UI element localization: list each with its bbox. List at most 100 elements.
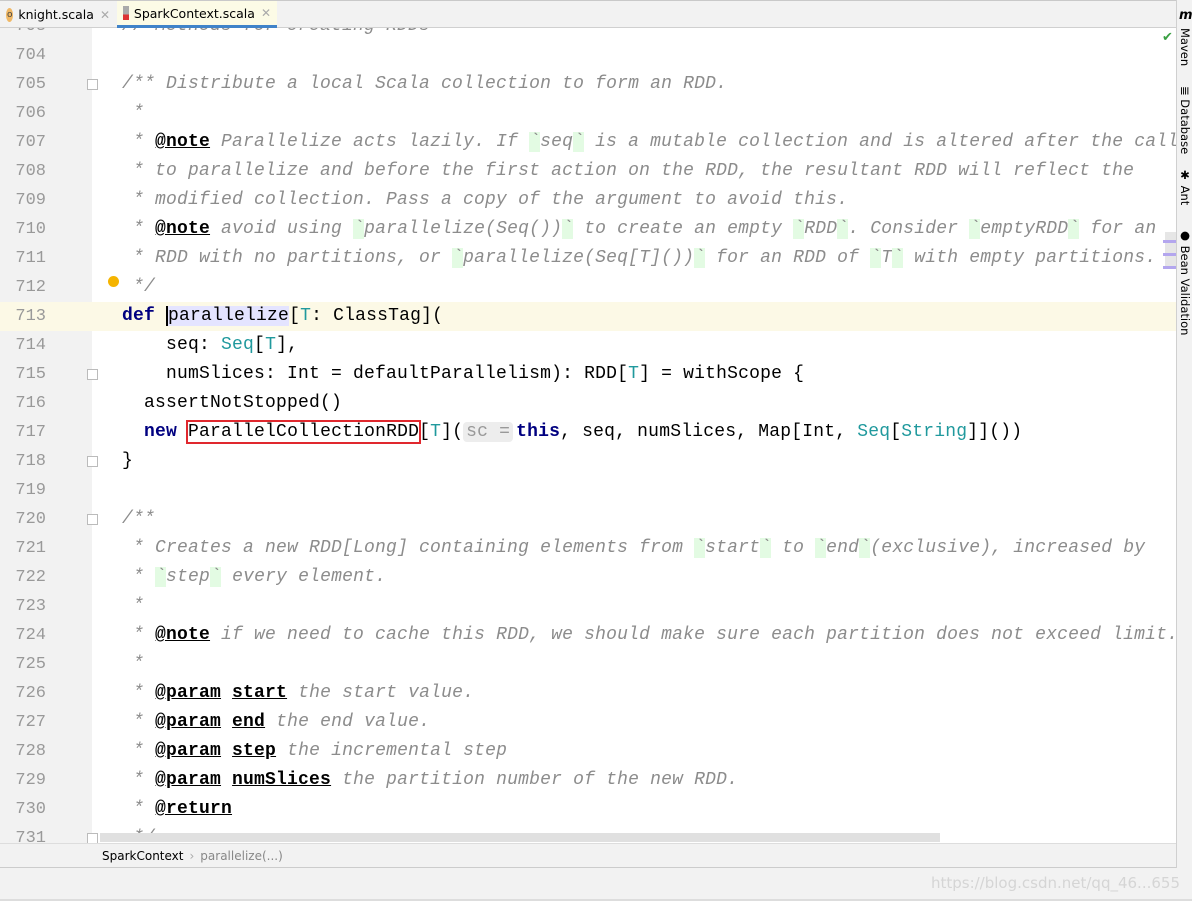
code-text: , seq, numSlices, Map[Int, [560, 422, 858, 442]
comment-text: parallelize(Seq[T]()) [463, 248, 695, 268]
code-line[interactable]: 727 * @param end the end value. [0, 708, 1176, 737]
line-number: 726 [15, 684, 46, 703]
tool-window-ant[interactable]: ✱ Ant [1178, 168, 1192, 205]
code-content: seq: Seq[T], [122, 331, 298, 360]
code-line[interactable]: 725 * [0, 650, 1176, 679]
code-line[interactable]: 728 * @param step the incremental step [0, 737, 1176, 766]
tab-knight-scala[interactable]: o knight.scala ✕ [0, 1, 116, 28]
comment-text: * [122, 132, 156, 152]
code-line[interactable]: 723 * [0, 592, 1176, 621]
line-number: 707 [15, 133, 46, 152]
code-line[interactable]: 706 * [0, 99, 1176, 128]
code-editor[interactable]: 703 // Methods for creating RDDs 704 705 /**… [0, 28, 1176, 843]
breadcrumb-class[interactable]: SparkContext [102, 849, 183, 863]
tool-window-database[interactable]: ≣ Database [1178, 86, 1192, 154]
comment-text: start [705, 538, 761, 558]
scala-object-icon: o [6, 7, 14, 22]
code-line[interactable]: 714 seq: Seq[T], [0, 331, 1176, 360]
line-number: 716 [15, 394, 46, 413]
comment-text: * [122, 567, 156, 587]
doc-tag: end [232, 712, 266, 732]
code-line[interactable]: 704 [0, 41, 1176, 70]
code-line[interactable]: 729 * @param numSlices the partition num… [0, 766, 1176, 795]
code-content: * Creates a new RDD[Long] containing ele… [122, 534, 1145, 563]
code-line[interactable]: 703 // Methods for creating RDDs [0, 28, 1176, 41]
code-line[interactable]: 712 */ [0, 273, 1176, 302]
close-icon[interactable]: ✕ [261, 6, 271, 20]
code-text: ], [276, 335, 299, 355]
line-number: 708 [15, 162, 46, 181]
code-line[interactable]: 715 numSlices: Int = defaultParallelism)… [0, 360, 1176, 389]
comment-text: // Methods for creating RDDs [122, 28, 430, 36]
code-line[interactable]: 717 new ParallelCollectionRDD[T](sc = thi… [0, 418, 1176, 447]
code-content: /** Distribute a local Scala collection … [122, 70, 727, 99]
line-number: 724 [15, 626, 46, 645]
code-line[interactable]: 724 * @note if we need to cache this RDD… [0, 621, 1176, 650]
code-line[interactable]: 709 * modified collection. Pass a copy o… [0, 186, 1176, 215]
line-number: 718 [15, 452, 46, 471]
code-line[interactable]: 708 * to parallelize and before the firs… [0, 157, 1176, 186]
line-number: 722 [15, 568, 46, 587]
code-line[interactable]: 720 /** [0, 505, 1176, 534]
code-content: * RDD with no partitions, or `paralleliz… [122, 244, 1156, 273]
fold-icon[interactable] [87, 833, 98, 843]
error-stripe-mark[interactable] [1163, 266, 1176, 269]
fold-icon[interactable] [87, 456, 98, 467]
line-number: 730 [15, 800, 46, 819]
backtick: ` [1068, 219, 1080, 239]
code-line[interactable]: 718} [0, 447, 1176, 476]
comment-text: * [122, 799, 156, 819]
comment-text: Parallelize acts lazily. If [210, 132, 530, 152]
fold-icon[interactable] [87, 79, 98, 90]
tool-window-maven[interactable]: Maven [1178, 28, 1192, 66]
doc-tag: @param [155, 770, 222, 790]
code-line[interactable]: 710 * @note avoid using `parallelize(Seq… [0, 215, 1176, 244]
code-text: assertNotStopped() [122, 393, 343, 413]
fold-icon[interactable] [87, 369, 98, 380]
backtick: ` [353, 219, 365, 239]
code-content: /** [122, 505, 155, 534]
code-line[interactable]: 730 * @return [0, 795, 1176, 824]
code-line[interactable]: 721 * Creates a new RDD[Long] containing… [0, 534, 1176, 563]
code-line[interactable]: 705 /** Distribute a local Scala collecti… [0, 70, 1176, 99]
comment-text: the end value. [265, 712, 431, 732]
line-number: 717 [15, 423, 46, 442]
comment-text [221, 683, 232, 703]
code-content: numSlices: Int = defaultParallelism): RD… [122, 360, 804, 389]
code-line[interactable]: 711 * RDD with no partitions, or `parall… [0, 244, 1176, 273]
code-text: ] = withScope { [639, 364, 805, 384]
backtick: ` [694, 538, 706, 558]
horizontal-scrollbar[interactable] [100, 833, 940, 842]
bean-validation-icon: ● [1178, 228, 1192, 246]
backtick: ` [969, 219, 981, 239]
code-text: numSlices: Int = defaultParallelism): RD… [122, 364, 629, 384]
line-number: 721 [15, 539, 46, 558]
code-line[interactable]: 716 assertNotStopped() [0, 389, 1176, 418]
tool-window-bean-validation[interactable]: ● Bean Validation [1178, 228, 1192, 335]
code-line[interactable]: 722 * `step` every element. [0, 563, 1176, 592]
breadcrumb-method[interactable]: parallelize(...) [200, 849, 282, 863]
line-number: 703 [0, 28, 46, 41]
code-line[interactable]: 713 def parallelize[T: ClassTag]( [0, 302, 1176, 331]
close-icon[interactable]: ✕ [100, 8, 110, 22]
code-content: * to parallelize and before the first ac… [122, 157, 1134, 186]
comment-text: end [826, 538, 860, 558]
keyword: new [144, 422, 178, 442]
error-stripe-mark[interactable] [1163, 253, 1176, 256]
comment-text: * to parallelize and before the first ac… [122, 161, 1135, 181]
comment-text: * modified collection. Pass a copy of th… [122, 190, 849, 210]
line-number: 715 [15, 365, 46, 384]
type-name: Seq [221, 335, 255, 355]
code-line[interactable]: 707 * @note Parallelize acts lazily. If … [0, 128, 1176, 157]
code-line[interactable]: 719 [0, 476, 1176, 505]
comment-text: seq [540, 132, 574, 152]
doc-tag: @param [155, 741, 222, 761]
comment-text: the start value. [287, 683, 475, 703]
code-text: : ClassTag]( [311, 306, 444, 326]
fold-icon[interactable] [87, 514, 98, 525]
tab-sparkcontext-scala[interactable]: SparkContext.scala ✕ [117, 1, 277, 28]
type-name: T [265, 335, 277, 355]
lightbulb-icon[interactable] [108, 276, 119, 287]
code-line[interactable]: 726 * @param start the start value. [0, 679, 1176, 708]
error-stripe-mark[interactable] [1163, 240, 1176, 243]
